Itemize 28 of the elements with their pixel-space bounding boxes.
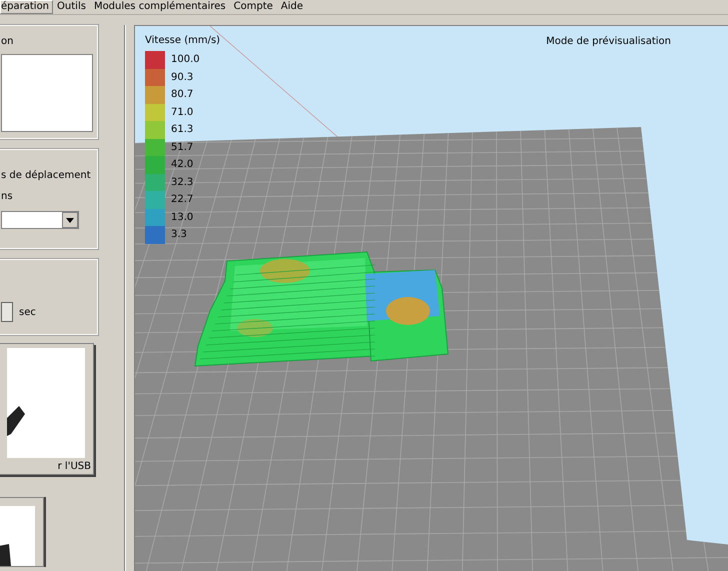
legend-value: 13.0 bbox=[171, 212, 194, 223]
dropdown-label: ns bbox=[1, 191, 14, 202]
menu-item[interactable]: éparation bbox=[0, 0, 54, 14]
legend-value: 100.0 bbox=[171, 54, 200, 66]
legend-value: 61.3 bbox=[171, 124, 194, 136]
menu-item[interactable]: Compte bbox=[230, 0, 277, 14]
unit-label: sec bbox=[19, 306, 36, 318]
mode-label: Mode de prévisualisation bbox=[546, 36, 671, 47]
preview-viewport[interactable]: Vitesse (mm/s) 100.0 90.3 80.7 71.0 61.3 51.7 42.0 32.3 22.7 13.0 3.3 Mode de prévisualisation bbox=[134, 25, 728, 571]
sd-card-button[interactable] bbox=[0, 497, 44, 567]
legend-value: 22.7 bbox=[171, 194, 194, 206]
spinner-buttons[interactable] bbox=[1, 302, 13, 322]
menu-item[interactable]: Outils bbox=[53, 0, 90, 14]
menu-item[interactable]: Aide bbox=[276, 0, 308, 14]
legend-value: 71.0 bbox=[171, 106, 194, 118]
legend-value: 32.3 bbox=[171, 176, 194, 188]
legend-value: 3.3 bbox=[171, 229, 187, 240]
checkbox-label: s de déplacement bbox=[1, 170, 91, 181]
usb-button[interactable]: r l'USB bbox=[0, 343, 94, 475]
legend-value: 80.7 bbox=[171, 89, 194, 100]
legend-value: 42.0 bbox=[171, 159, 194, 170]
text-area[interactable] bbox=[1, 54, 93, 132]
menu-item[interactable]: Modules complémentaires bbox=[90, 0, 230, 14]
legend-title: Vitesse (mm/s) bbox=[145, 35, 220, 46]
legend-value: 51.7 bbox=[171, 142, 194, 153]
legend-value: 90.3 bbox=[171, 72, 194, 83]
group-label: on bbox=[1, 36, 14, 47]
dropdown[interactable] bbox=[1, 211, 79, 229]
